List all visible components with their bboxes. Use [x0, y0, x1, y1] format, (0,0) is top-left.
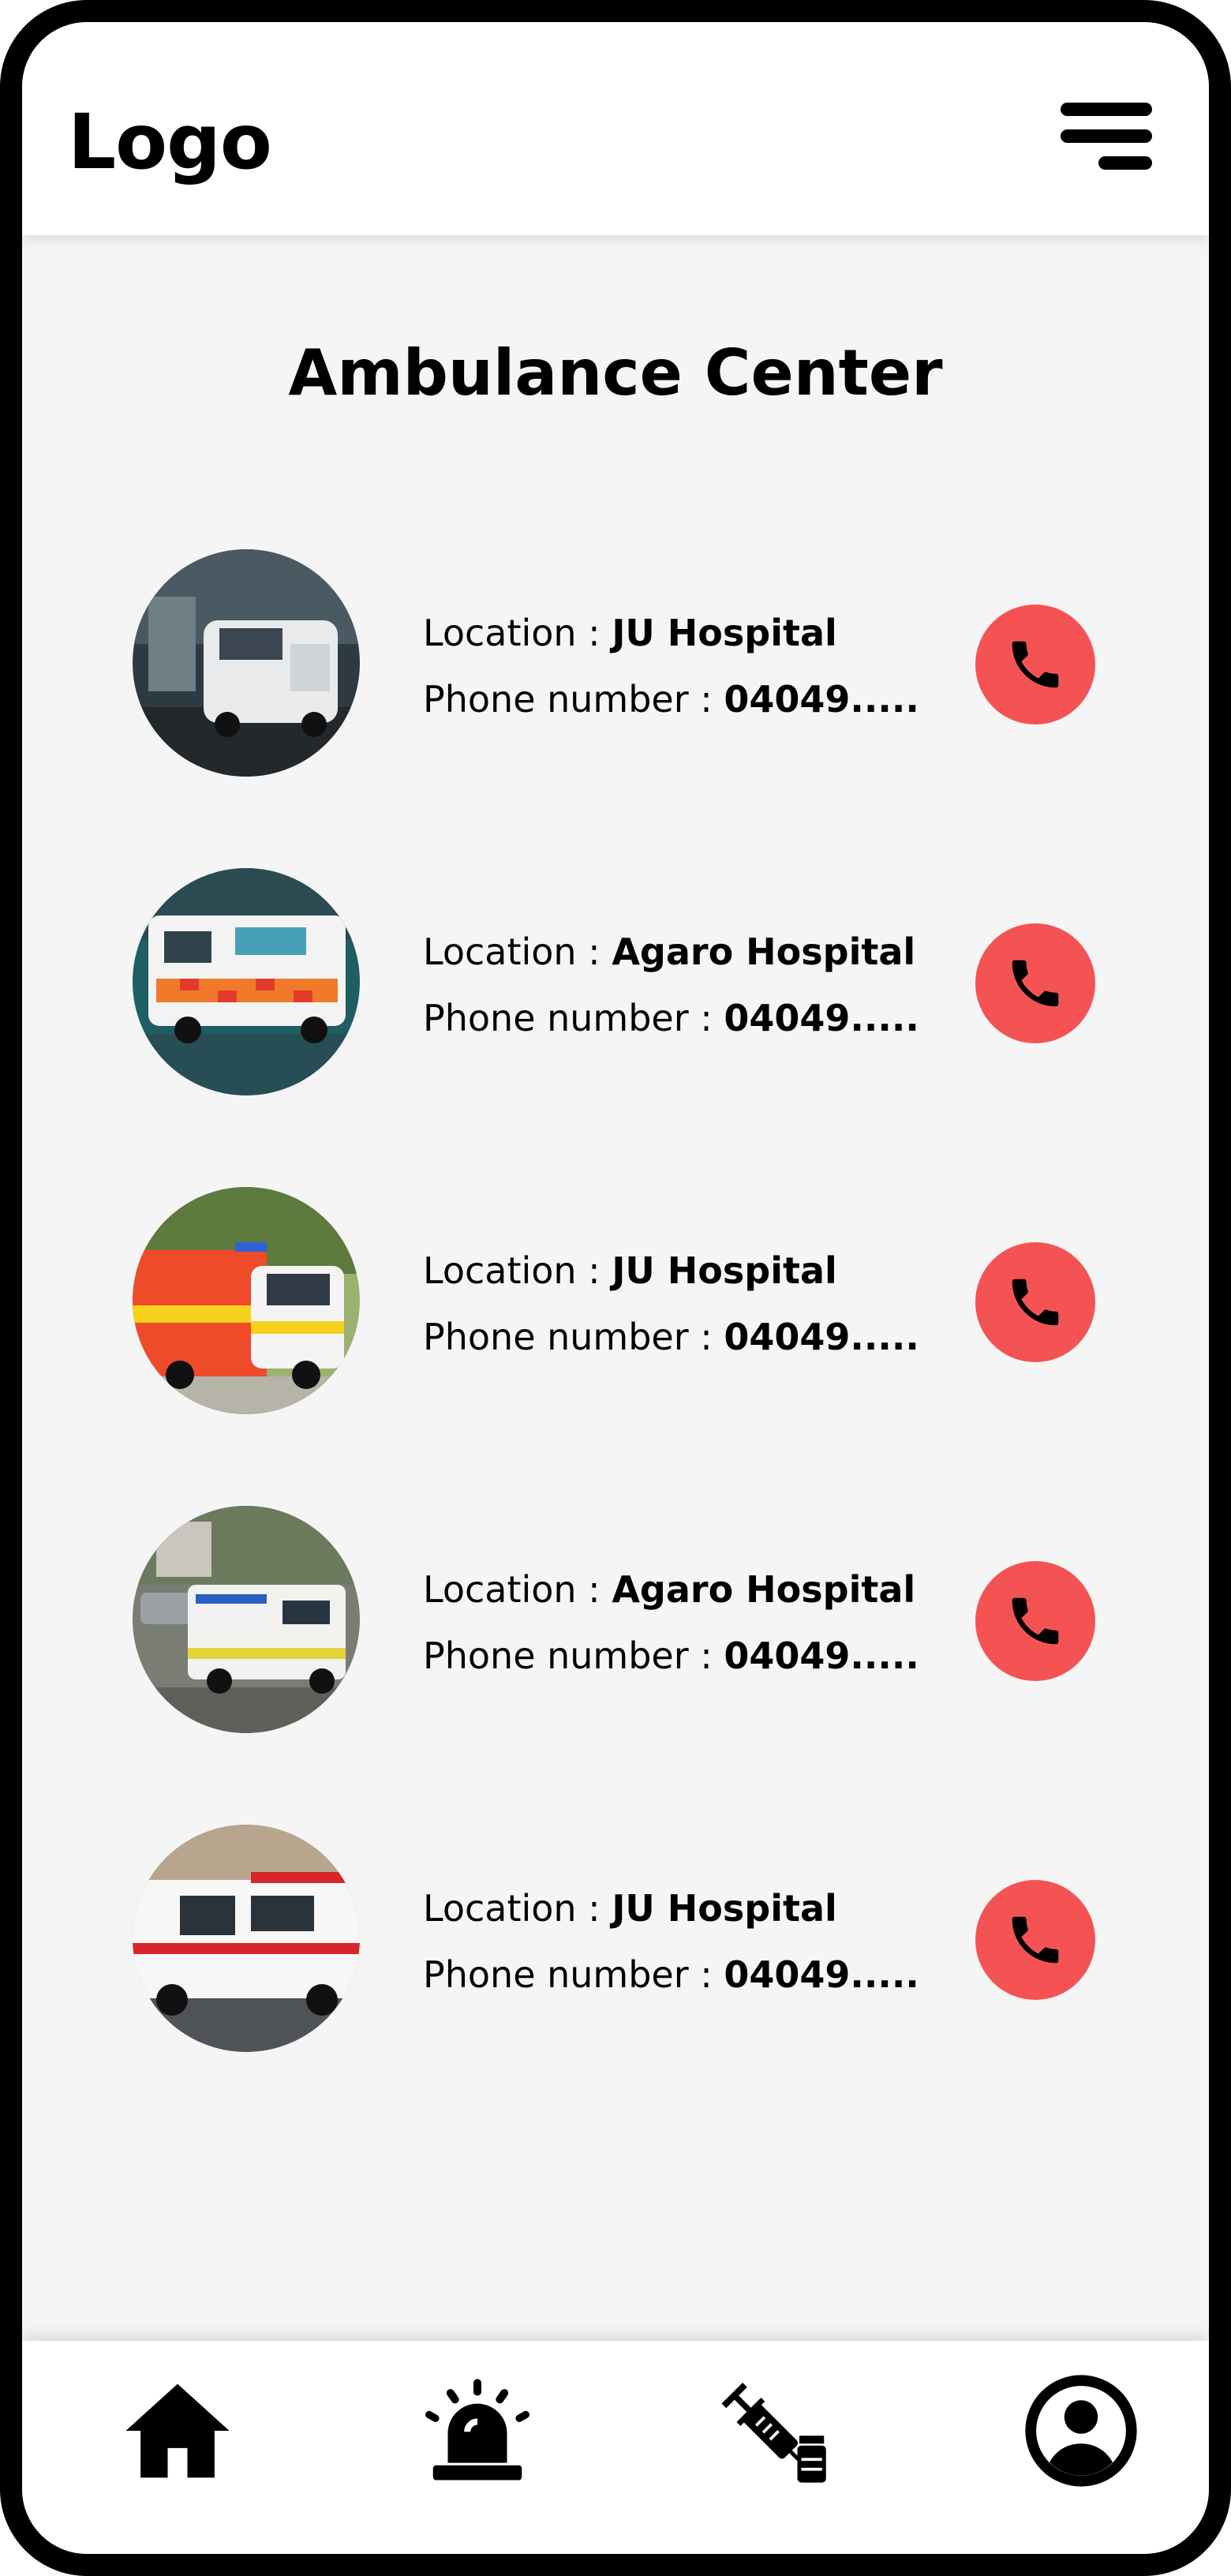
call-button[interactable]	[975, 1880, 1095, 2000]
location-label: Location :	[423, 1887, 612, 1930]
ambulance-card: Location : JU Hospital Phone number : 04…	[22, 545, 1209, 781]
hamburger-menu-icon	[1061, 103, 1152, 116]
location-value: JU Hospital	[612, 1249, 837, 1292]
location-value: JU Hospital	[612, 1887, 837, 1930]
syringe-vial-icon	[721, 2383, 826, 2483]
phone-icon	[1012, 1916, 1059, 1964]
call-button[interactable]	[975, 605, 1095, 724]
phone-label: Phone number :	[423, 1953, 724, 1996]
call-button[interactable]	[975, 1561, 1095, 1681]
phone-value: 04049.....	[724, 678, 919, 721]
phone-icon	[1012, 641, 1059, 688]
location-value: Agaro Hospital	[612, 930, 916, 973]
siren-icon	[425, 2379, 529, 2481]
nav-home[interactable]	[114, 2360, 241, 2502]
location-label: Location :	[423, 930, 612, 973]
phone-label: Phone number :	[423, 1634, 724, 1677]
phone-icon	[1012, 1597, 1059, 1645]
phone-value: 04049.....	[724, 997, 919, 1039]
phone-icon	[1012, 1279, 1059, 1326]
page-title: Ambulance Center	[288, 336, 943, 410]
ambulance-photo	[133, 549, 360, 777]
phone-value: 04049.....	[724, 1634, 919, 1677]
ambulance-card: Location : JU Hospital Phone number : 04…	[22, 1182, 1209, 1419]
ambulance-photo	[133, 868, 360, 1095]
phone-value: 04049.....	[724, 1316, 919, 1358]
call-button[interactable]	[975, 1242, 1095, 1362]
phone-value: 04049.....	[724, 1953, 919, 1996]
call-button[interactable]	[975, 923, 1095, 1043]
logo[interactable]: Logo	[68, 98, 272, 186]
ambulance-photo	[133, 1825, 360, 2052]
location-value: JU Hospital	[612, 612, 837, 654]
ambulance-card: Location : JU Hospital Phone number : 04…	[22, 1820, 1209, 2057]
phone-icon	[1012, 960, 1059, 1007]
location-label: Location :	[423, 612, 612, 654]
home-icon	[125, 2383, 230, 2478]
user-icon	[1025, 2375, 1137, 2487]
nav-vaccine[interactable]	[717, 2360, 843, 2502]
ambulance-photo	[133, 1187, 360, 1414]
ambulance-card: Location : Agaro Hospital Phone number :…	[22, 863, 1209, 1100]
location-label: Location :	[423, 1249, 612, 1292]
phone-label: Phone number :	[423, 678, 724, 721]
nav-ambulance[interactable]	[414, 2360, 541, 2502]
phone-label: Phone number :	[423, 997, 724, 1039]
ambulance-photo	[133, 1506, 360, 1733]
location-value: Agaro Hospital	[612, 1568, 916, 1611]
ambulance-card: Location : Agaro Hospital Phone number :…	[22, 1501, 1209, 1738]
bottom-nav	[22, 2341, 1209, 2554]
phone-label: Phone number :	[423, 1316, 724, 1358]
phone-frame: Logo Ambulance Center Location : JU Hosp	[0, 0, 1231, 2576]
top-header: Logo	[22, 22, 1209, 235]
location-label: Location :	[423, 1568, 612, 1611]
nav-profile[interactable]	[1018, 2360, 1144, 2502]
menu-button[interactable]	[1054, 93, 1157, 180]
